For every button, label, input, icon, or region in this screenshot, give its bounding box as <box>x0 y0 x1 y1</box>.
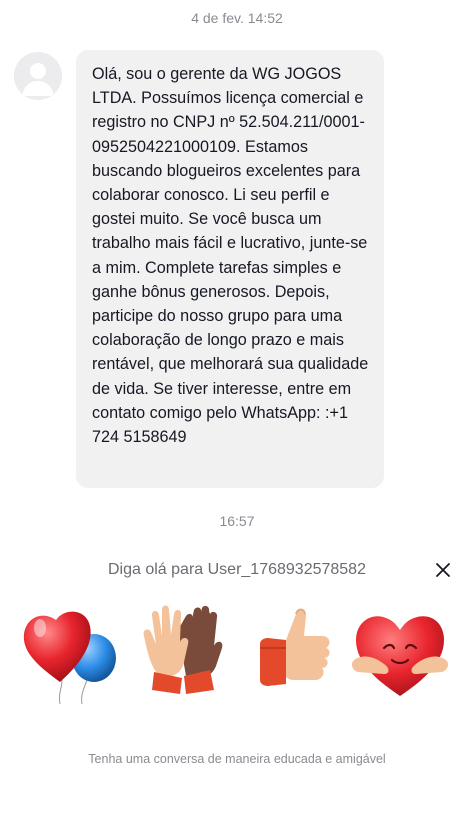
close-icon <box>436 563 450 577</box>
sender-avatar[interactable] <box>14 52 62 100</box>
message-bubble[interactable]: Olá, sou o gerente da WG JOGOS LTDA. Pos… <box>76 50 384 488</box>
sticker-row <box>0 600 474 710</box>
default-avatar-icon <box>14 52 62 100</box>
greeting-prompt: Diga olá para User_1768932578582 <box>108 561 366 578</box>
hugging-heart-sticker[interactable] <box>350 600 450 710</box>
etiquette-note: Tenha uma conversa de maneira educada e … <box>88 752 386 766</box>
message-timestamp: 4 de fev. 14:52 <box>191 10 283 26</box>
heart-balloons-sticker[interactable] <box>20 600 120 710</box>
close-button[interactable] <box>430 557 456 583</box>
thumbs-up-sticker[interactable] <box>246 600 346 710</box>
high-five-sticker[interactable] <box>134 600 234 710</box>
greeting-header: Diga olá para User_1768932578582 <box>0 557 474 583</box>
message-timestamp-2: 16:57 <box>219 513 255 529</box>
